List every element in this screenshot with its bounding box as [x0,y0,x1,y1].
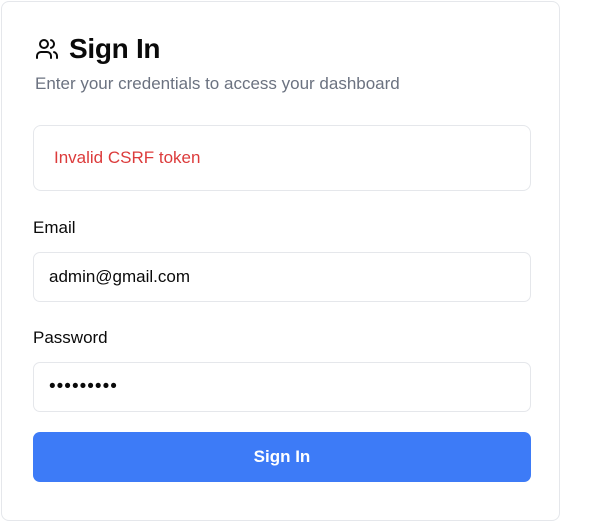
password-label: Password [33,328,108,347]
email-label: Email [33,218,76,237]
email-field[interactable]: admin@gmail.com [33,252,531,302]
password-value: ••••••••• [49,376,118,397]
card-header: Sign In [35,33,161,65]
email-value: admin@gmail.com [49,267,191,286]
page-title: Sign In [69,33,161,64]
users-icon [35,37,59,61]
password-field[interactable]: ••••••••• [33,362,531,412]
page-subtitle: Enter your credentials to access your da… [35,74,400,93]
error-message: Invalid CSRF token [54,148,201,167]
error-alert: Invalid CSRF token [33,125,531,191]
sign-in-button[interactable]: Sign In [33,432,531,482]
